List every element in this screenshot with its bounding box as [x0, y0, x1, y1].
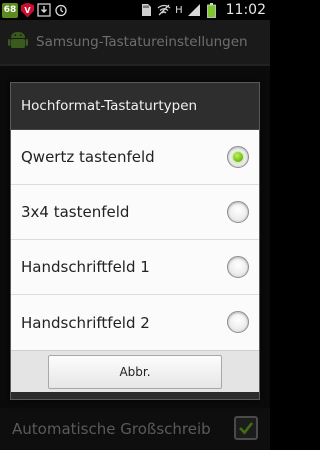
setting-label: Automatische Großschreib: [12, 420, 211, 438]
option-label: Handschriftfeld 1: [21, 258, 150, 276]
option-label: 3x4 tastenfeld: [21, 203, 130, 221]
option-list: Qwertz tastenfeld 3x4 tastenfeld Handsch…: [11, 130, 259, 350]
battery-icon: [205, 2, 219, 18]
option-3x4-keypad[interactable]: 3x4 tastenfeld: [11, 185, 259, 240]
option-handwriting-1[interactable]: Handschriftfeld 1: [11, 240, 259, 295]
keyboard-type-dialog: Hochformat-Tastaturtypen Qwertz tastenfe…: [10, 82, 260, 400]
radio-button[interactable]: [227, 201, 249, 223]
radio-button[interactable]: [227, 311, 249, 333]
alarm-icon: [54, 3, 68, 17]
shield-label: V: [24, 5, 31, 15]
dialog-title: Hochformat-Tastaturtypen: [21, 98, 198, 114]
cancel-button[interactable]: Abbr.: [48, 354, 222, 389]
auto-capitalization-setting: Automatische Großschreib: [0, 408, 270, 450]
option-label: Handschriftfeld 2: [21, 313, 150, 332]
notification-count-badge: 68: [2, 2, 18, 18]
dialog-header: Hochformat-Tastaturtypen: [11, 83, 259, 130]
option-qwertz-keypad[interactable]: Qwertz tastenfeld: [11, 130, 259, 185]
dialog-button-bar: Abbr.: [11, 350, 259, 392]
option-label: Qwertz tastenfeld: [21, 148, 155, 166]
checkmark-icon: [239, 422, 254, 435]
signal-icon: [187, 3, 201, 17]
radio-button[interactable]: [227, 256, 249, 278]
shield-icon: V: [21, 2, 34, 18]
status-bar: 68 V H 11:02: [0, 0, 270, 20]
option-handwriting-2[interactable]: Handschriftfeld 2: [11, 295, 259, 350]
android-icon: [8, 29, 36, 55]
status-bar-notifications: 68 V: [2, 2, 68, 18]
radio-button-selected[interactable]: [227, 146, 249, 168]
app-bar: Samsung-Tastatureinstellungen: [0, 20, 270, 66]
screen: 68 V H 11:02 Samsung-Tastatureinstellung…: [0, 0, 270, 450]
wifi-off-icon: [157, 3, 171, 17]
setting-checkbox: [234, 416, 258, 440]
sd-card-icon: [139, 3, 153, 17]
status-bar-system: H 11:02: [139, 2, 268, 18]
download-icon: [37, 3, 51, 17]
app-bar-title: Samsung-Tastatureinstellungen: [36, 34, 248, 50]
network-type-label: H: [175, 4, 183, 16]
clock: 11:02: [225, 2, 266, 18]
